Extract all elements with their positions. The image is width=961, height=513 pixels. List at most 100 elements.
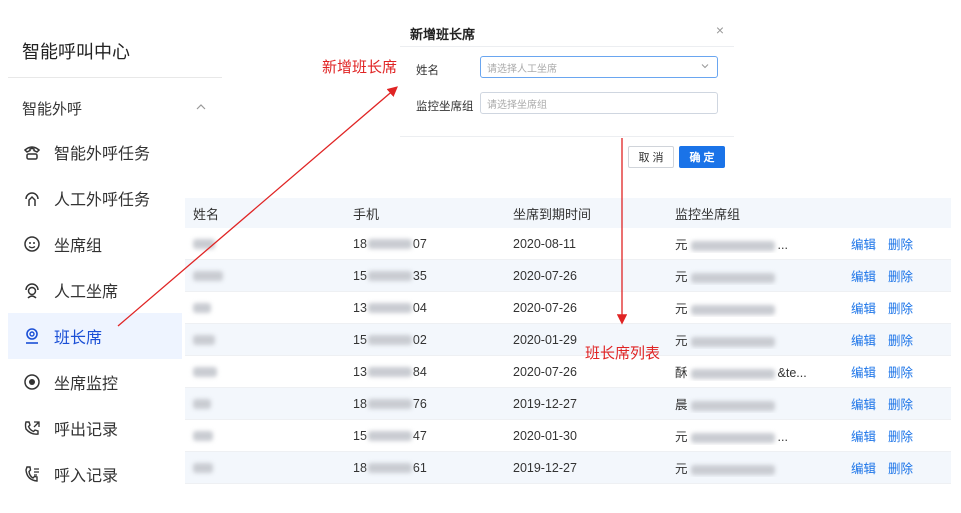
redacted-phone — [367, 335, 412, 346]
redacted-name — [193, 431, 213, 442]
sidebar-item-manual-outbound-task[interactable]: 人工外呼任务 — [8, 175, 182, 221]
sidebar-item-label: 人工外呼任务 — [54, 192, 151, 209]
cell-monitor-group: 元... — [675, 234, 851, 253]
redacted-group — [690, 432, 775, 443]
phone-suffix: 35 — [412, 268, 427, 283]
delete-link[interactable]: 删除 — [888, 362, 913, 381]
cell-name — [185, 301, 353, 315]
header-monitor-group: 监控坐席组 — [675, 206, 741, 222]
redacted-name — [193, 367, 217, 378]
phone-suffix: 07 — [412, 236, 427, 251]
cancel-button[interactable]: 取 消 — [628, 146, 674, 168]
table-body: 18 07 2020-08-11 元... 编辑 删除 15 35 2020-07-26 元编辑删… — [185, 228, 951, 484]
phone-prefix: 15 — [353, 332, 367, 347]
edit-link[interactable]: 编辑 — [851, 266, 876, 285]
name-label: 姓名 — [416, 65, 439, 77]
redacted-group — [690, 336, 775, 347]
phone-suffix: 02 — [412, 332, 427, 347]
cell-name — [185, 397, 353, 411]
cell-name — [185, 269, 353, 283]
phone-suffix: 47 — [412, 428, 427, 443]
sidebar-item-manual-agent[interactable]: 人工坐席 — [8, 267, 182, 313]
redacted-name — [193, 463, 213, 474]
sidebar-item-agent-monitor[interactable]: 坐席监控 — [8, 359, 182, 405]
group-suffix: ... — [777, 238, 788, 252]
table-row: 15 47 2020-01-30 元... 编辑 删除 — [185, 420, 951, 452]
phone-suffix: 04 — [412, 300, 427, 315]
supervisor-icon — [26, 328, 38, 344]
cell-expiry: 2020-01-30 — [513, 428, 577, 443]
edit-link[interactable]: 编辑 — [851, 298, 876, 317]
redacted-name — [193, 303, 211, 314]
sidebar-item-label: 呼出记录 — [54, 422, 119, 439]
edit-link[interactable]: 编辑 — [851, 362, 876, 381]
phone-prefix: 15 — [353, 428, 367, 443]
phone-prefix: 13 — [353, 364, 367, 379]
delete-link[interactable]: 删除 — [888, 394, 913, 413]
cell-phone: 18 61 — [353, 461, 513, 475]
group-suffix: &te... — [777, 366, 807, 380]
delete-link[interactable]: 删除 — [888, 298, 913, 317]
confirm-button[interactable]: 确 定 — [679, 146, 725, 168]
chevron-up-icon — [196, 102, 206, 115]
cell-monitor-group: 元 — [675, 330, 851, 349]
delete-link[interactable]: 删除 — [888, 234, 913, 253]
redacted-group — [690, 400, 775, 411]
redacted-group — [690, 464, 775, 475]
group-prefix: 元 — [675, 270, 688, 284]
group-prefix: 元 — [675, 334, 688, 348]
redacted-name — [193, 271, 223, 282]
outgoing-call-icon — [24, 421, 40, 435]
phone-ring-icon — [23, 146, 41, 160]
cell-ops: 编辑 删除 — [851, 266, 951, 285]
cell-phone: 15 02 — [353, 333, 513, 347]
cell-name — [185, 461, 353, 475]
dialog-title: 新增班长席 — [410, 27, 476, 42]
cell-monitor-group: 元 — [675, 298, 851, 317]
redacted-phone — [367, 399, 412, 410]
edit-link[interactable]: 编辑 — [851, 330, 876, 349]
header-name: 姓名 — [193, 206, 220, 222]
cell-name — [185, 333, 353, 347]
menu-group-outbound[interactable]: 智能外呼 — [22, 96, 212, 120]
sidebar-item-label: 人工坐席 — [54, 284, 119, 301]
redacted-group — [690, 272, 775, 283]
delete-link[interactable]: 删除 — [888, 426, 913, 445]
redacted-group — [690, 304, 775, 315]
sidebar-item-smart-outbound-task[interactable]: 智能外呼任务 — [8, 129, 182, 175]
redacted-group — [690, 368, 775, 379]
cell-expiry: 2019-12-27 — [513, 396, 577, 411]
group-prefix: 元 — [675, 302, 688, 316]
group-prefix: 元 — [675, 462, 688, 476]
table-row: 18 61 2019-12-27 元编辑 删除 — [185, 452, 951, 484]
sidebar-item-incoming-records[interactable]: 呼入记录 — [8, 451, 182, 497]
edit-link[interactable]: 编辑 — [851, 458, 876, 477]
agent-select[interactable]: 请选择人工坐席 — [480, 56, 718, 78]
close-icon[interactable]: × — [716, 22, 724, 38]
header-expiry: 坐席到期时间 — [513, 206, 592, 222]
group-prefix: 酥 — [675, 366, 688, 380]
cell-name — [185, 365, 353, 379]
redacted-phone — [367, 239, 412, 250]
sidebar-item-outgoing-records[interactable]: 呼出记录 — [8, 405, 182, 451]
redacted-phone — [367, 463, 412, 474]
edit-link[interactable]: 编辑 — [851, 394, 876, 413]
delete-link[interactable]: 删除 — [888, 458, 913, 477]
cell-name — [185, 237, 353, 251]
phone-suffix: 84 — [412, 364, 427, 379]
agent-group-select-placeholder: 请选择坐席组 — [487, 99, 547, 111]
annotation-add-supervisor: 新增班长席 — [322, 59, 398, 76]
delete-link[interactable]: 删除 — [888, 330, 913, 349]
cell-ops: 编辑 删除 — [851, 298, 951, 317]
monitor-eye-icon — [24, 374, 40, 390]
delete-link[interactable]: 删除 — [888, 266, 913, 285]
redacted-group — [690, 240, 775, 251]
edit-link[interactable]: 编辑 — [851, 234, 876, 253]
phone-suffix: 76 — [412, 396, 427, 411]
edit-link[interactable]: 编辑 — [851, 426, 876, 445]
sidebar-item-agent-group[interactable]: 坐席组 — [8, 221, 182, 267]
cell-ops: 编辑 删除 — [851, 394, 951, 413]
sidebar-item-supervisor[interactable]: 班长席 — [8, 313, 182, 359]
phone-prefix: 15 — [353, 268, 367, 283]
agent-group-select[interactable]: 请选择坐席组 — [480, 92, 718, 114]
